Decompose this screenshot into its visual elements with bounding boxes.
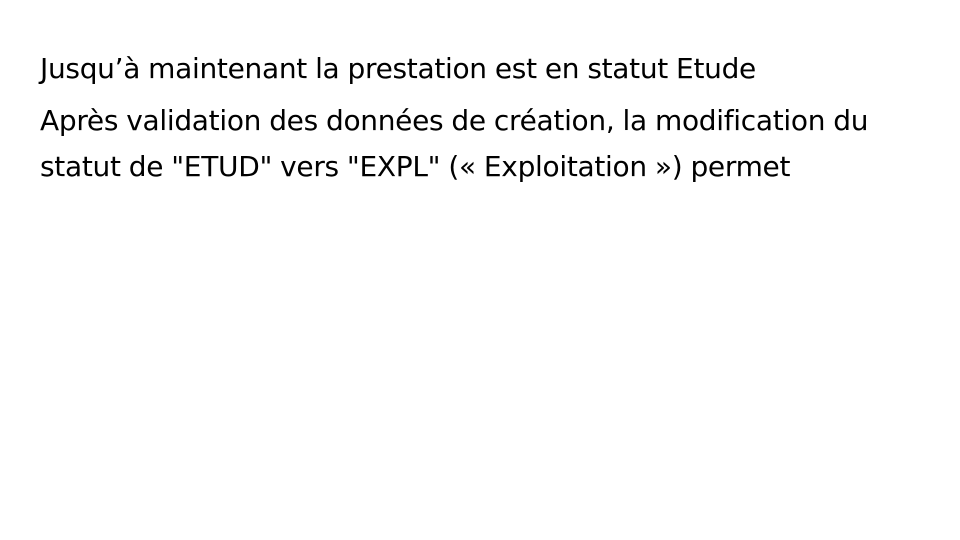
- paragraph-status-change: Après validation des données de création…: [40, 104, 869, 183]
- paragraph-status-etude: Jusqu’à maintenant la prestation est en …: [40, 52, 756, 85]
- slide-text-body: Jusqu’à maintenant la prestation est en …: [40, 46, 920, 190]
- slide: Jusqu’à maintenant la prestation est en …: [0, 0, 960, 540]
